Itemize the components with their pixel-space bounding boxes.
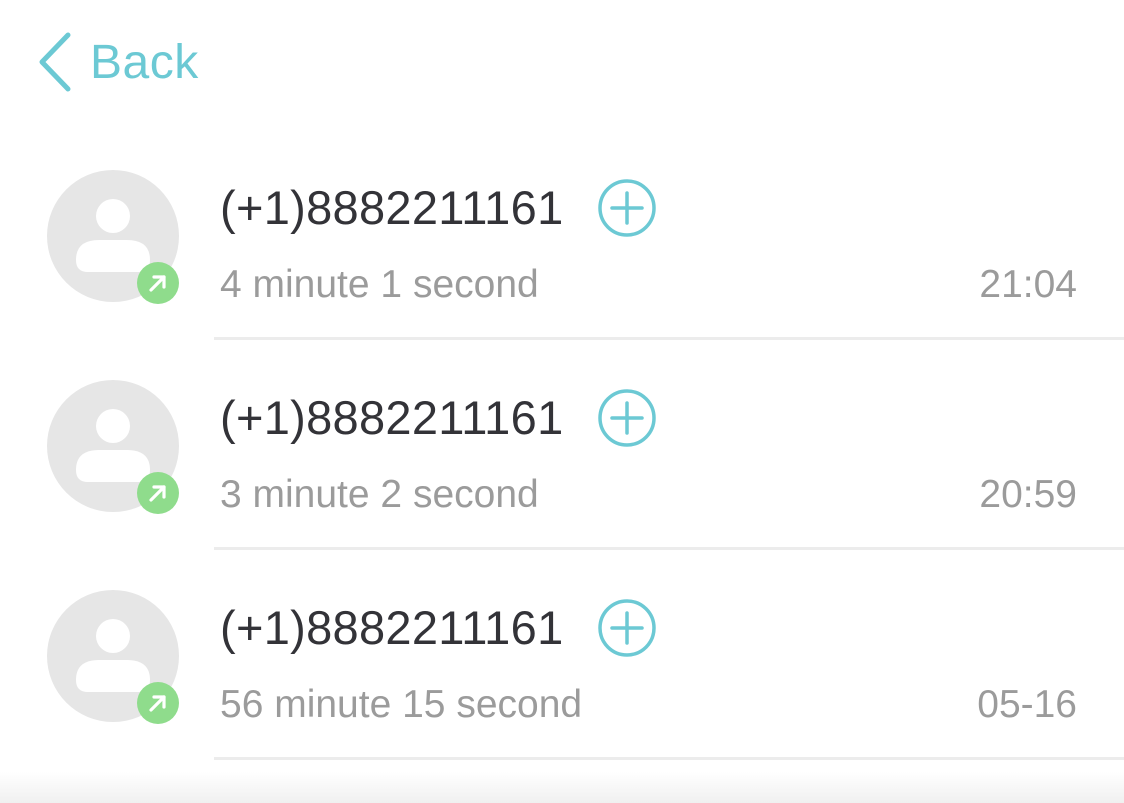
call-duration: 4 minute 1 second bbox=[220, 263, 539, 306]
phone-number: (+1)8882211161 bbox=[220, 601, 564, 654]
outgoing-call-badge bbox=[137, 682, 179, 724]
avatar bbox=[47, 590, 179, 724]
plus-circle-icon bbox=[598, 179, 656, 237]
plus-circle-icon bbox=[598, 599, 656, 657]
plus-circle-icon bbox=[598, 389, 656, 447]
add-contact-button[interactable] bbox=[597, 388, 657, 448]
back-button[interactable]: Back bbox=[36, 30, 199, 94]
outgoing-call-arrow-icon bbox=[149, 485, 166, 502]
call-log-item[interactable]: (+1)8882211161 56 minute 15 second 05-16 bbox=[0, 550, 1124, 760]
phone-number: (+1)8882211161 bbox=[220, 181, 564, 234]
call-log-list: (+1)8882211161 4 minute 1 second 21:04 (… bbox=[0, 130, 1124, 760]
navigation-bar: Back bbox=[0, 0, 1124, 120]
call-time: 20:59 bbox=[979, 473, 1077, 516]
phone-number: (+1)8882211161 bbox=[220, 391, 564, 444]
outgoing-call-arrow-icon bbox=[149, 695, 166, 712]
avatar bbox=[47, 170, 179, 304]
avatar bbox=[47, 380, 179, 514]
call-duration: 56 minute 15 second bbox=[220, 683, 583, 726]
call-log-item[interactable]: (+1)8882211161 4 minute 1 second 21:04 bbox=[0, 130, 1124, 340]
outgoing-call-arrow-icon bbox=[149, 275, 166, 292]
bottom-edge-shadow bbox=[0, 772, 1124, 803]
call-duration: 3 minute 2 second bbox=[220, 473, 539, 516]
chevron-left-icon bbox=[39, 32, 71, 92]
outgoing-call-badge bbox=[137, 262, 179, 304]
call-time: 21:04 bbox=[979, 263, 1077, 306]
back-label: Back bbox=[90, 35, 199, 89]
call-time: 05-16 bbox=[977, 683, 1077, 726]
add-contact-button[interactable] bbox=[597, 598, 657, 658]
add-contact-button[interactable] bbox=[597, 178, 657, 238]
outgoing-call-badge bbox=[137, 472, 179, 514]
row-divider bbox=[214, 757, 1124, 760]
call-log-item[interactable]: (+1)8882211161 3 minute 2 second 20:59 bbox=[0, 340, 1124, 550]
